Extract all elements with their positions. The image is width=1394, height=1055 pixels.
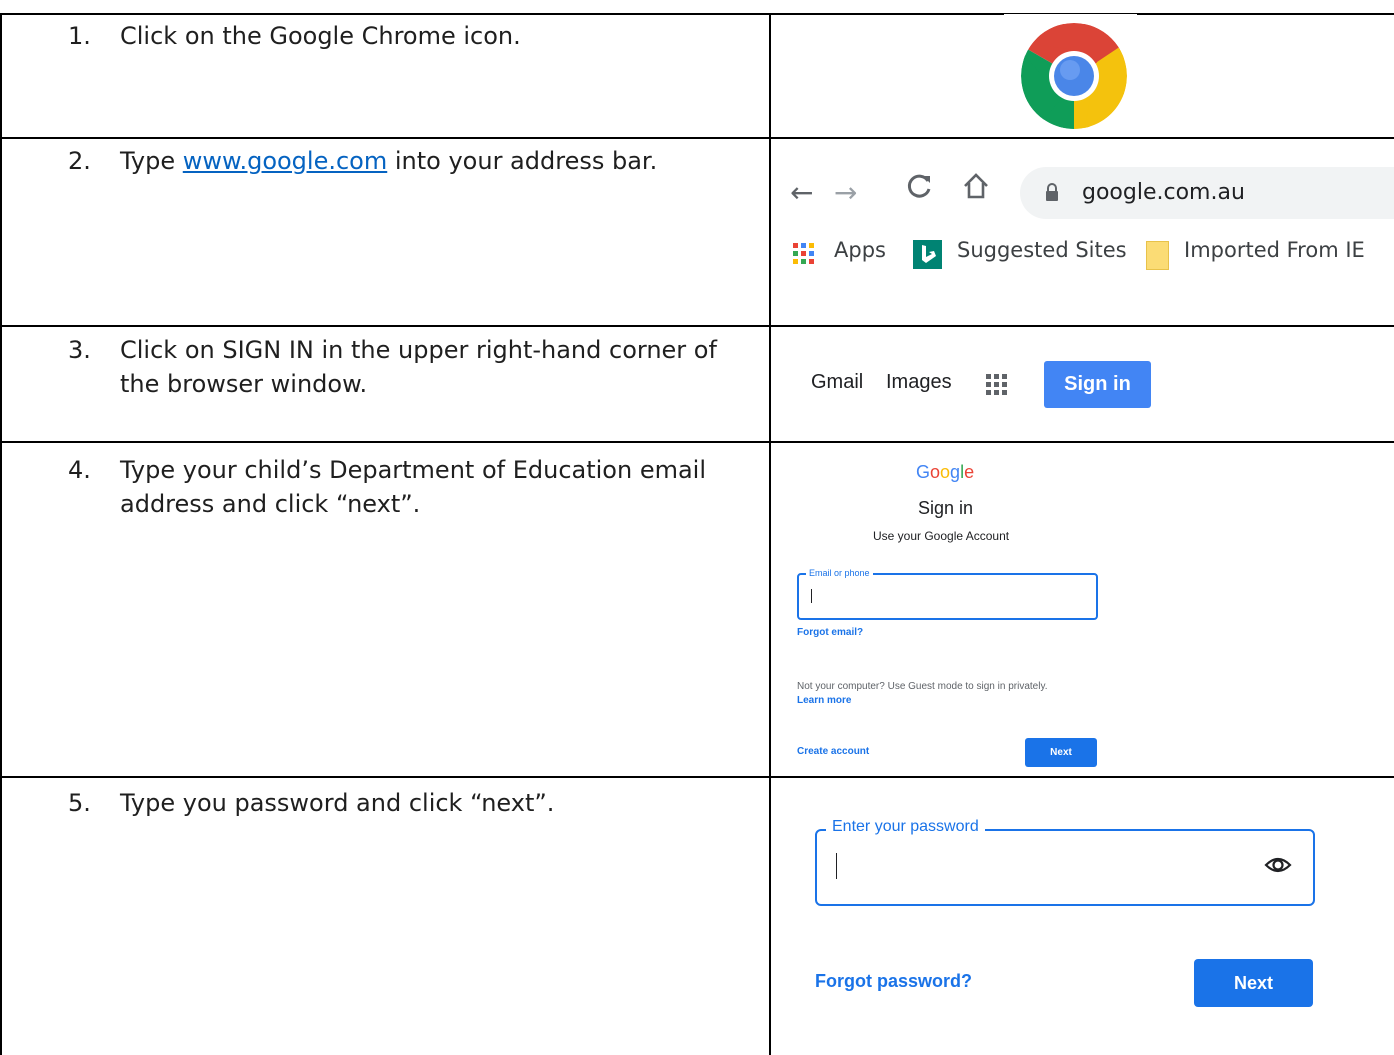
reload-icon[interactable] — [906, 172, 934, 204]
step-text: Type you password and click “next”. — [120, 789, 555, 817]
table-row-divider — [0, 325, 1394, 327]
table-border-top — [0, 13, 1394, 15]
signin-title: Sign in — [918, 498, 974, 518]
step-number: 2. — [68, 147, 91, 175]
password-field-label: Enter your password — [826, 818, 985, 836]
email-field-label: Email or phone — [806, 568, 873, 578]
folder-icon — [1146, 241, 1169, 270]
back-arrow-icon[interactable]: ← — [790, 176, 813, 209]
learn-more-link[interactable]: Learn more — [797, 695, 851, 706]
bookmark-imported-from-ie[interactable]: Imported From IE — [1184, 238, 1365, 262]
signin-subtitle: Use your Google Account — [873, 529, 1010, 543]
step-number: 1. — [68, 22, 91, 50]
step-text: Click on SIGN IN in the upper right-hand… — [120, 336, 717, 398]
table-row-divider — [0, 137, 1394, 139]
step-number: 3. — [68, 336, 91, 364]
email-field[interactable] — [797, 573, 1098, 620]
apps-launcher-icon[interactable] — [986, 374, 1008, 401]
bookmark-suggested-sites[interactable]: Suggested Sites — [957, 238, 1127, 262]
show-password-eye-icon[interactable] — [1264, 855, 1292, 880]
table-row-divider — [0, 776, 1394, 778]
guest-mode-text: Not your computer? Use Guest mode to sig… — [797, 681, 1048, 692]
step-text: Click on the Google Chrome icon. — [120, 22, 521, 50]
sign-in-button[interactable]: Sign in — [1044, 361, 1151, 408]
gmail-link[interactable]: Gmail — [811, 371, 863, 394]
google-url-link[interactable]: www.google.com — [183, 147, 387, 175]
email-caret — [811, 589, 812, 603]
chrome-icon[interactable] — [1004, 14, 1137, 136]
forward-arrow-icon[interactable]: → — [834, 176, 857, 209]
table-row-divider — [0, 441, 1394, 443]
images-link[interactable]: Images — [886, 371, 952, 394]
forgot-email-link[interactable]: Forgot email? — [797, 627, 863, 638]
apps-grid-icon[interactable] — [793, 243, 815, 270]
step-text: Type your child’s Department of Educatio… — [120, 456, 707, 518]
step-text-before: Type — [120, 147, 183, 175]
bookmark-apps[interactable]: Apps — [834, 238, 886, 262]
home-icon[interactable] — [962, 172, 990, 204]
password-next-button[interactable]: Next — [1194, 959, 1313, 1007]
google-logo: Google — [916, 462, 975, 482]
step-number: 4. — [68, 456, 91, 484]
step-number: 5. — [68, 789, 91, 817]
address-bar-url: google.com.au — [1082, 180, 1245, 205]
table-border-left — [0, 13, 2, 1055]
forgot-password-link[interactable]: Forgot password? — [815, 971, 972, 992]
bing-icon — [913, 240, 942, 269]
table-column-divider — [769, 13, 771, 1055]
chrome-logo-box — [1004, 14, 1137, 136]
step-text: Type www.google.com into your address ba… — [120, 144, 760, 178]
lock-icon — [1044, 182, 1060, 207]
create-account-link[interactable]: Create account — [797, 746, 869, 757]
password-field[interactable] — [815, 829, 1315, 906]
email-next-button[interactable]: Next — [1025, 738, 1097, 767]
step-text-after: into your address bar. — [387, 147, 658, 175]
password-caret — [836, 853, 837, 879]
